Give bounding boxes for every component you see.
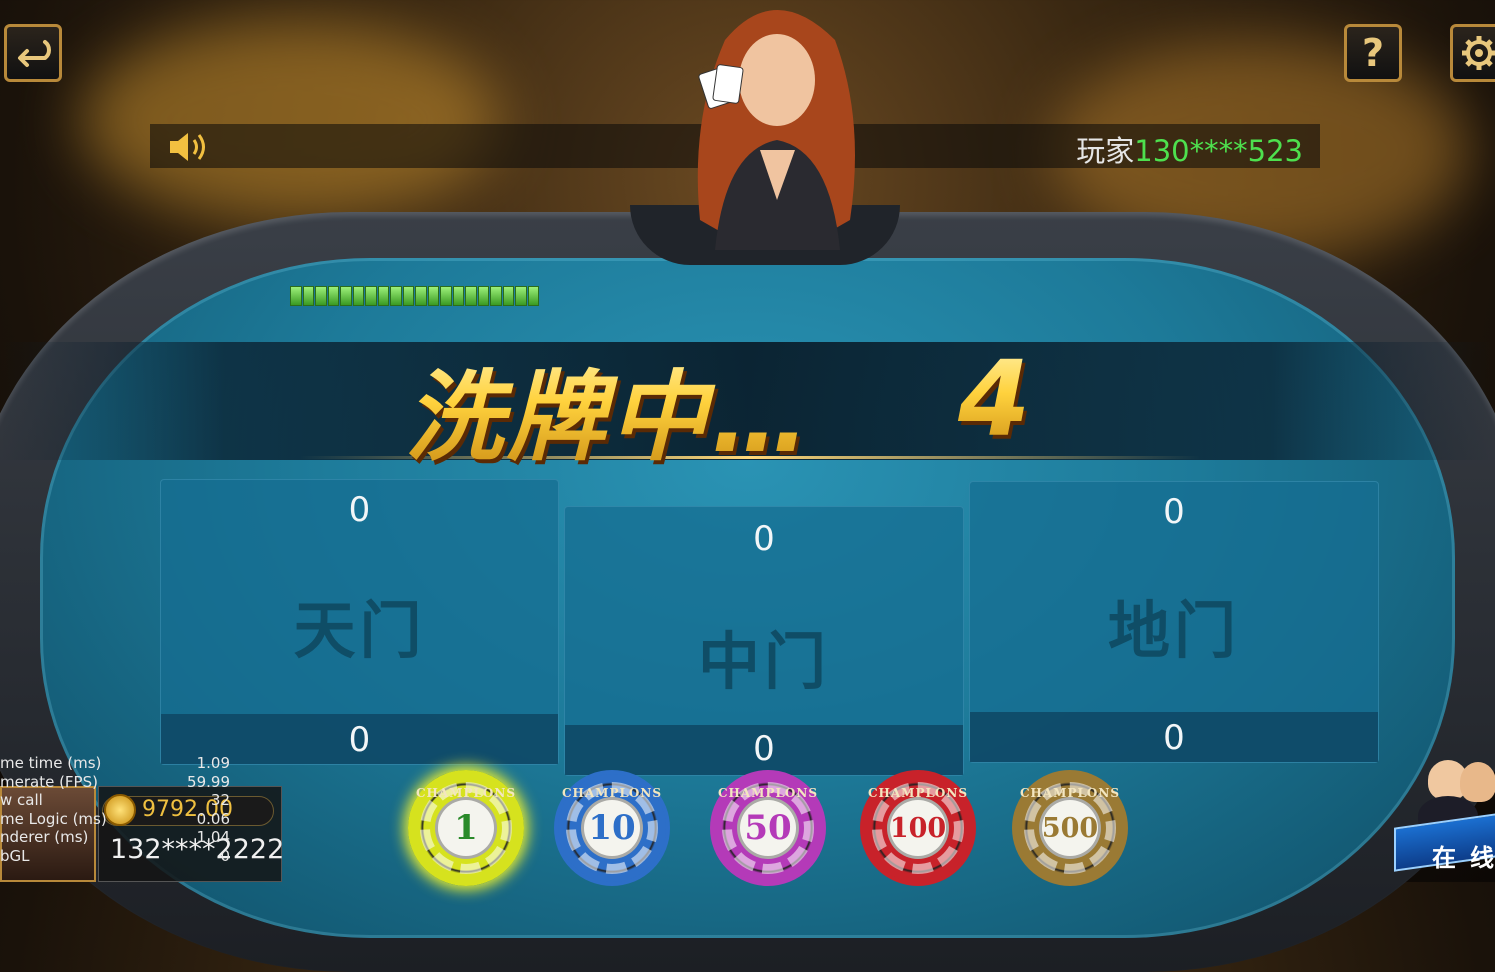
- debug-label: bGL: [0, 846, 30, 865]
- chip-brand: CHAMPLONS: [1019, 786, 1121, 800]
- player-id: 130****523: [1134, 134, 1303, 168]
- progress-segment: [415, 286, 427, 306]
- progress-segment: [515, 286, 527, 306]
- zone-label: 地门: [1107, 594, 1240, 667]
- chip-50[interactable]: CHAMPLONS 50: [710, 770, 826, 886]
- progress-segment: [302, 286, 314, 306]
- bet-zone-tian[interactable]: 0 天门 0: [160, 479, 559, 765]
- settings-button[interactable]: [1450, 24, 1495, 82]
- zone-total: 0: [348, 490, 371, 530]
- debug-label: me time (ms): [0, 754, 102, 772]
- back-button[interactable]: [4, 24, 62, 82]
- debug-label: merate (FPS): [0, 772, 98, 791]
- progress-segment: [427, 286, 439, 306]
- help-button[interactable]: ?: [1344, 24, 1402, 82]
- back-arrow-icon: [18, 40, 51, 67]
- debug-value: 0: [220, 846, 230, 865]
- zone-my-bet: 0: [1163, 718, 1185, 758]
- debug-value: 1.09: [196, 754, 230, 772]
- progress-segment: [377, 286, 389, 306]
- progress-segment: [502, 286, 514, 306]
- progress-segment: [390, 286, 402, 306]
- debug-label: w call: [0, 791, 43, 809]
- zone-my-bet: 0: [753, 729, 775, 769]
- debug-stats-overlay: me time (ms) 1.09 merate (FPS) 59.99 w cal…: [0, 754, 230, 865]
- progress-segment: [490, 286, 502, 306]
- chip-value: 500: [1039, 797, 1101, 859]
- progress-segment: [465, 286, 477, 306]
- progress-segment: [365, 286, 377, 306]
- debug-row: w call 32: [0, 791, 230, 810]
- online-players-button[interactable]: 在线: [1388, 756, 1495, 882]
- player-info: 玩家130****523: [1076, 128, 1303, 170]
- chip-value: 1: [435, 797, 497, 859]
- bet-zone-zhong[interactable]: 0 中门 0: [564, 506, 964, 776]
- zone-label: 天门: [293, 594, 426, 667]
- debug-row: bGL 0: [0, 847, 230, 866]
- sound-button[interactable]: [168, 130, 214, 164]
- countdown-number: 4: [958, 338, 1031, 460]
- speaker-icon: [170, 133, 205, 161]
- progress-segment: [315, 286, 327, 306]
- shuffling-text: 洗牌中…: [405, 338, 813, 480]
- zone-total: 0: [1163, 492, 1185, 532]
- chip-100[interactable]: CHAMPLONS 100: [860, 770, 976, 886]
- debug-label: me Logic (ms): [0, 809, 107, 828]
- chip-value: 100: [887, 797, 949, 859]
- progress-segment: [440, 286, 452, 306]
- chip-brand: CHAMPLONS: [415, 786, 517, 800]
- online-label: 在线: [1432, 844, 1494, 872]
- dealer-illustration: [697, 10, 855, 250]
- progress-segment: [352, 286, 364, 306]
- gear-icon: [1462, 36, 1495, 70]
- chip-brand: CHAMPLONS: [561, 786, 663, 800]
- progress-segment: [477, 286, 489, 306]
- chip-brand: CHAMPLONS: [717, 786, 819, 800]
- progress-segment: [290, 286, 302, 306]
- debug-value: 59.99: [187, 772, 230, 791]
- debug-row: merate (FPS) 59.99: [0, 773, 230, 792]
- zone-total: 0: [753, 519, 775, 559]
- chip-1[interactable]: CHAMPLONS 1: [408, 770, 524, 886]
- background-glow: [80, 20, 500, 220]
- progress-segment: [340, 286, 352, 306]
- debug-value: 1.04: [196, 828, 230, 846]
- chip-brand: CHAMPLONS: [867, 786, 969, 800]
- debug-row: me Logic (ms) 0.06: [0, 810, 230, 829]
- player-prefix: 玩家: [1076, 134, 1135, 168]
- chip-value: 10: [581, 797, 643, 859]
- online-players-icon-2: [1460, 762, 1495, 802]
- shuffle-progress-bar: [290, 286, 539, 308]
- debug-value: 0.06: [196, 809, 230, 828]
- chip-10[interactable]: CHAMPLONS 10: [554, 770, 670, 886]
- debug-label: nderer (ms): [0, 828, 89, 846]
- bet-zone-di[interactable]: 0 地门 0: [969, 481, 1379, 763]
- debug-value: 32: [210, 791, 230, 809]
- question-icon: ?: [1361, 31, 1385, 75]
- chip-500[interactable]: CHAMPLONS 500: [1012, 770, 1128, 886]
- progress-segment: [402, 286, 414, 306]
- debug-row: me time (ms) 1.09: [0, 754, 230, 773]
- zone-label: 中门: [697, 625, 830, 698]
- progress-segment: [527, 286, 539, 306]
- progress-segment: [452, 286, 464, 306]
- debug-row: nderer (ms) 1.04: [0, 828, 230, 847]
- chip-value: 50: [737, 797, 799, 859]
- progress-segment: [327, 286, 339, 306]
